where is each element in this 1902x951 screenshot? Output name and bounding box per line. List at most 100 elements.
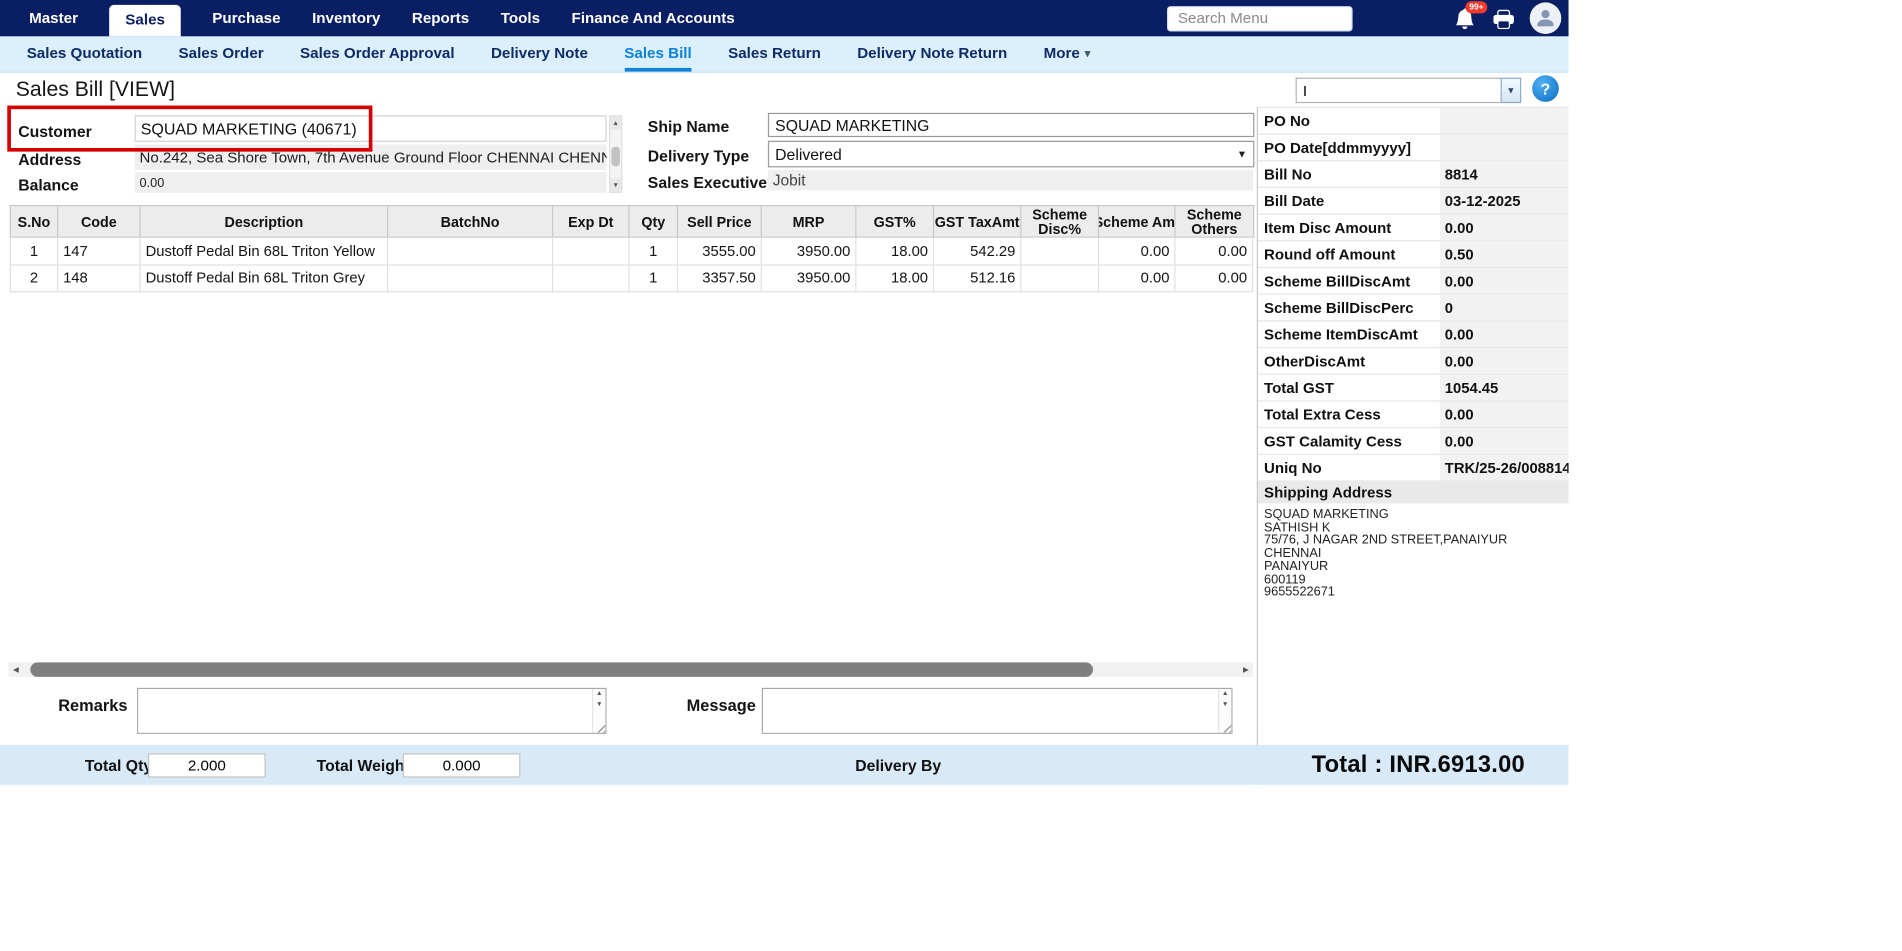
total-weight-label: Total Weight: [317, 756, 410, 774]
message-textarea[interactable]: [763, 689, 1218, 733]
nav-item-reports[interactable]: Reports: [412, 10, 469, 27]
table-row[interactable]: 1147Dustoff Pedal Bin 68L Triton Yellow1…: [10, 238, 1255, 265]
subnav-item-delivery-note-return[interactable]: Delivery Note Return: [857, 36, 1007, 71]
summary-row: Scheme BillDiscAmt0.00: [1258, 268, 1569, 295]
h-scroll-thumb[interactable]: [30, 662, 1093, 677]
summary-label-scheme-billdiscamt: Scheme BillDiscAmt: [1258, 268, 1440, 293]
cell-batchno: [388, 238, 553, 265]
subnav-item-sales-order[interactable]: Sales Order: [179, 36, 264, 71]
summary-row: PO No: [1258, 108, 1569, 135]
subnav-item-sales-bill[interactable]: Sales Bill: [624, 36, 691, 71]
summary-label-scheme-itemdiscamt: Scheme ItemDiscAmt: [1258, 321, 1440, 346]
quick-nav-input[interactable]: [1296, 78, 1501, 103]
screen: Master Sales Purchase Inventory Reports Tools…: [0, 0, 1569, 785]
cell-gst: 18.00: [856, 265, 934, 292]
column-header-description: Description: [141, 206, 388, 236]
scroll-thumb[interactable]: [611, 147, 619, 166]
subnav: Sales Quotation Sales Order Sales Order Ap…: [0, 36, 1569, 72]
cell-scheme-amt: 0.00: [1099, 265, 1175, 292]
customer-input[interactable]: [135, 115, 607, 142]
nav-item-inventory[interactable]: Inventory: [312, 10, 380, 27]
cell-s-no: 2: [11, 265, 58, 292]
footer-bar: Total Qty Total Weight Delivery By Total…: [0, 745, 1569, 785]
cell-gst: 18.00: [856, 238, 934, 265]
notification-badge: 99+: [1466, 1, 1488, 13]
app-window: Master Sales Purchase Inventory Reports Tools…: [0, 0, 1569, 785]
summary-value-po-date-ddmmyyyy: [1440, 135, 1569, 160]
nav-item-master[interactable]: Master: [29, 10, 78, 27]
total-weight-input[interactable]: [403, 753, 521, 777]
nav-item-purchase[interactable]: Purchase: [212, 10, 280, 27]
summary-value-scheme-itemdiscamt: 0.00: [1440, 321, 1569, 346]
summary-value-otherdiscamt: 0.00: [1440, 348, 1569, 373]
summary-label-total-extra-cess: Total Extra Cess: [1258, 402, 1440, 427]
subnav-item-delivery-note[interactable]: Delivery Note: [491, 36, 588, 71]
cell-description: Dustoff Pedal Bin 68L Triton Yellow: [141, 238, 388, 265]
remarks-textarea-wrap: ▲ ▼: [137, 688, 606, 734]
balance-label: Balance: [18, 176, 79, 194]
nav-item-finance-and-accounts[interactable]: Finance And Accounts: [572, 10, 735, 27]
scroll-down-button[interactable]: ▼: [610, 178, 621, 191]
cell-scheme-amt: 0.00: [1099, 238, 1175, 265]
delivery-type-select[interactable]: Delivered ▼: [768, 141, 1254, 168]
table-row[interactable]: 2148Dustoff Pedal Bin 68L Triton Grey133…: [10, 265, 1255, 292]
sales-executive-label: Sales Executive: [648, 173, 767, 191]
chevron-down-icon: ▾: [1085, 47, 1090, 60]
summary-panel: PO NoPO Date[ddmmyyyy]Bill No8814Bill Da…: [1257, 107, 1569, 785]
summary-label-bill-no: Bill No: [1258, 161, 1440, 186]
page-title: Sales Bill [VIEW]: [16, 76, 175, 101]
summary-row: Scheme ItemDiscAmt0.00: [1258, 321, 1569, 348]
delivery-by-label: Delivery By: [855, 756, 941, 774]
total-amount: Total : INR.6913.00: [1312, 751, 1525, 779]
summary-row: Scheme BillDiscPerc0: [1258, 295, 1569, 322]
items-table-header: S.NoCodeDescriptionBatchNoExp DtQtySell …: [10, 205, 1255, 238]
scroll-left-button[interactable]: ◀: [8, 662, 23, 677]
subnav-item-sales-order-approval[interactable]: Sales Order Approval: [300, 36, 455, 71]
ship-name-input[interactable]: [768, 113, 1254, 137]
subnav-item-sales-quotation[interactable]: Sales Quotation: [27, 36, 142, 71]
nav-item-sales[interactable]: Sales: [110, 5, 181, 37]
scroll-right-button[interactable]: ▶: [1239, 662, 1254, 677]
scroll-up-button[interactable]: ▲: [1222, 689, 1229, 700]
chevron-down-icon: ▼: [1506, 85, 1515, 96]
cell-scheme-others: 0.00: [1175, 238, 1253, 265]
summary-label-item-disc-amount: Item Disc Amount: [1258, 215, 1440, 240]
summary-value-total-gst: 1054.45: [1440, 375, 1569, 400]
column-header-gst: GST%: [856, 206, 934, 236]
total-qty-input[interactable]: [148, 753, 266, 777]
column-header-batchno: BatchNo: [388, 206, 553, 236]
scroll-up-button[interactable]: ▲: [610, 116, 621, 129]
summary-value-gst-calamity-cess: 0.00: [1440, 428, 1569, 453]
scroll-up-button[interactable]: ▲: [596, 689, 603, 700]
summary-label-po-date-ddmmyyyy: PO Date[ddmmyyyy]: [1258, 135, 1440, 160]
column-header-s-no: S.No: [11, 206, 58, 236]
scroll-down-button[interactable]: ▼: [1222, 700, 1229, 711]
sales-executive-field: Jobit: [768, 170, 1253, 191]
summary-value-item-disc-amount: 0.00: [1440, 215, 1569, 240]
cell-qty: 1: [630, 265, 679, 292]
summary-label-po-no: PO No: [1258, 108, 1440, 133]
cell-description: Dustoff Pedal Bin 68L Triton Grey: [141, 265, 388, 292]
summary-row: Total Extra Cess0.00: [1258, 402, 1569, 429]
summary-label-gst-calamity-cess: GST Calamity Cess: [1258, 428, 1440, 453]
summary-value-round-off-amount: 0.50: [1440, 241, 1569, 266]
cell-gst-taxamt: 542.29: [934, 238, 1021, 265]
search-input[interactable]: [1167, 5, 1353, 30]
items-table: S.NoCodeDescriptionBatchNoExp DtQtySell …: [10, 205, 1255, 292]
subnav-item-sales-return[interactable]: Sales Return: [728, 36, 821, 71]
quick-nav-dropdown-button[interactable]: ▼: [1501, 78, 1522, 103]
summary-row: Item Disc Amount0.00: [1258, 215, 1569, 242]
print-button[interactable]: [1491, 6, 1515, 30]
summary-label-uniq-no: Uniq No: [1258, 455, 1440, 480]
cell-sell-price: 3555.00: [678, 238, 762, 265]
summary-row: Bill Date03-12-2025: [1258, 188, 1569, 215]
person-icon: [1535, 7, 1557, 29]
help-button[interactable]: ?: [1532, 75, 1559, 102]
cell-scheme-disc: [1021, 238, 1099, 265]
avatar[interactable]: [1530, 2, 1562, 34]
nav-item-tools[interactable]: Tools: [501, 10, 540, 27]
subnav-item-more[interactable]: More▾: [1044, 36, 1091, 71]
remarks-textarea[interactable]: [138, 689, 592, 733]
scroll-down-button[interactable]: ▼: [596, 700, 603, 711]
notifications-button[interactable]: 99+: [1452, 6, 1476, 30]
